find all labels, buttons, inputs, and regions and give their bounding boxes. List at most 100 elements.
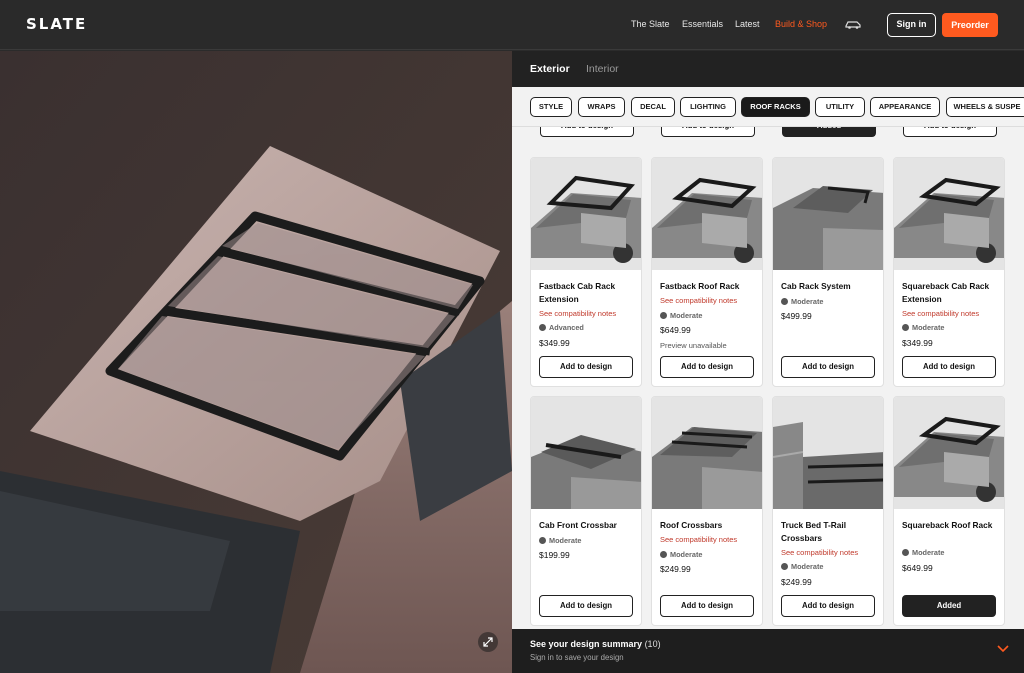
add-to-design-button[interactable]: Add to design xyxy=(660,595,754,617)
difficulty-text: Moderate xyxy=(912,548,945,557)
product-image xyxy=(652,158,762,270)
product-image xyxy=(773,158,883,270)
slate-logo[interactable]: SLATE xyxy=(26,15,87,33)
chip-roof-racks[interactable]: ROOF RACKS xyxy=(741,97,810,117)
add-to-design-button[interactable]: Add to design xyxy=(539,595,633,617)
product-price: $199.99 xyxy=(539,550,570,560)
nav-the-slate[interactable]: The Slate xyxy=(631,19,670,29)
product-price: $649.99 xyxy=(660,325,691,335)
product-title: Truck Bed T-Rail Crossbars xyxy=(781,520,847,543)
chevron-down-icon[interactable] xyxy=(996,644,1010,654)
difficulty-text: Moderate xyxy=(912,323,945,332)
chip-decal[interactable]: DECAL xyxy=(631,97,675,117)
product-price: $349.99 xyxy=(539,338,570,348)
product-card[interactable]: Fastback Roof Rack See compatibility not… xyxy=(651,157,763,387)
product-title: Roof Crossbars xyxy=(660,520,723,530)
expand-icon[interactable] xyxy=(478,632,498,652)
summary-subtitle: Sign in to save your design xyxy=(530,653,624,662)
product-card[interactable]: Truck Bed T-Rail Crossbars See compatibi… xyxy=(772,396,884,626)
difficulty-icon xyxy=(781,563,788,570)
difficulty-icon xyxy=(539,537,546,544)
nav-essentials[interactable]: Essentials xyxy=(682,19,723,29)
product-image xyxy=(652,397,762,509)
chip-utility[interactable]: UTILITY xyxy=(815,97,865,117)
category-filter-bar: STYLE WRAPS DECAL LIGHTING ROOF RACKS UT… xyxy=(512,87,1024,127)
difficulty-icon xyxy=(781,298,788,305)
difficulty-text: Advanced xyxy=(549,323,584,332)
difficulty-text: Moderate xyxy=(549,536,582,545)
product-card[interactable]: Roof Crossbars See compatibility notes M… xyxy=(651,396,763,626)
chip-wheels-suspension[interactable]: WHEELS & SUSPE xyxy=(946,97,1024,117)
compatibility-link[interactable]: See compatibility notes xyxy=(781,548,858,557)
compatibility-link[interactable]: See compatibility notes xyxy=(660,535,737,544)
chip-lighting[interactable]: LIGHTING xyxy=(680,97,736,117)
product-title: Cab Rack System xyxy=(781,281,851,291)
product-image xyxy=(894,397,1004,509)
added-button[interactable]: Added xyxy=(902,595,996,617)
add-to-design-button[interactable]: Add to design xyxy=(902,356,996,378)
vehicle-hero-image xyxy=(0,51,512,673)
difficulty-label: Advanced xyxy=(539,323,584,332)
difficulty-label: Moderate xyxy=(660,550,702,559)
tab-interior[interactable]: Interior xyxy=(586,63,619,75)
difficulty-icon xyxy=(660,551,667,558)
product-image xyxy=(773,397,883,509)
nav-build-shop[interactable]: Build & Shop xyxy=(775,19,827,29)
product-card[interactable]: Squareback Roof Rack Moderate $649.99 Ad… xyxy=(893,396,1005,626)
product-card[interactable]: Cab Rack System Moderate $499.99 Add to … xyxy=(772,157,884,387)
difficulty-icon xyxy=(539,324,546,331)
product-price: $349.99 xyxy=(902,338,933,348)
difficulty-icon xyxy=(660,312,667,319)
summary-title: See your design summary (10) xyxy=(530,639,661,649)
product-price: $249.99 xyxy=(660,564,691,574)
chip-appearance[interactable]: APPEARANCE xyxy=(870,97,940,117)
preview-note: Preview unavailable xyxy=(660,341,727,350)
difficulty-label: Moderate xyxy=(781,297,823,306)
product-price: $649.99 xyxy=(902,563,933,573)
compatibility-link[interactable]: See compatibility notes xyxy=(539,309,616,318)
product-title: Cab Front Crossbar xyxy=(539,520,617,530)
difficulty-text: Moderate xyxy=(791,562,824,571)
difficulty-text: Moderate xyxy=(670,311,703,320)
difficulty-label: Moderate xyxy=(781,562,823,571)
chip-style[interactable]: STYLE xyxy=(530,97,572,117)
product-title: Fastback Cab Rack Extension xyxy=(539,281,616,304)
tab-exterior[interactable]: Exterior xyxy=(530,63,570,75)
compatibility-link[interactable]: See compatibility notes xyxy=(660,296,737,305)
chip-wraps[interactable]: WRAPS xyxy=(578,97,625,117)
product-card[interactable]: Fastback Cab Rack Extension See compatib… xyxy=(530,157,642,387)
product-price: $499.99 xyxy=(781,311,812,321)
summary-count: (10) xyxy=(644,639,661,649)
summary-title-text: See your design summary xyxy=(530,639,643,649)
top-header: SLATE The Slate Essentials Latest Build … xyxy=(0,0,1024,50)
panel-tabs: Exterior Interior xyxy=(512,51,1024,87)
product-card[interactable]: Squareback Cab Rack Extension See compat… xyxy=(893,157,1005,387)
difficulty-label: Moderate xyxy=(539,536,581,545)
add-to-design-button[interactable]: Add to design xyxy=(781,356,875,378)
product-image xyxy=(894,158,1004,270)
compatibility-link[interactable]: See compatibility notes xyxy=(902,309,979,318)
product-image xyxy=(531,397,641,509)
product-title: Squareback Roof Rack xyxy=(902,520,993,530)
nav-latest[interactable]: Latest xyxy=(735,19,760,29)
preorder-button[interactable]: Preorder xyxy=(942,13,998,37)
sign-in-button[interactable]: Sign in xyxy=(887,13,936,37)
car-icon[interactable] xyxy=(845,18,861,30)
product-card[interactable]: Cab Front Crossbar Moderate $199.99 Add … xyxy=(530,396,642,626)
add-to-design-button[interactable]: Add to design xyxy=(781,595,875,617)
difficulty-label: Moderate xyxy=(902,323,944,332)
design-summary-bar[interactable]: See your design summary (10) Sign in to … xyxy=(512,629,1024,673)
difficulty-icon xyxy=(902,549,909,556)
add-to-design-button[interactable]: Add to design xyxy=(539,356,633,378)
configurator-panel: Exterior Interior Add to design Add to d… xyxy=(512,51,1024,629)
difficulty-label: Moderate xyxy=(660,311,702,320)
difficulty-label: Moderate xyxy=(902,548,944,557)
product-title: Squareback Cab Rack Extension xyxy=(902,281,990,304)
product-title: Fastback Roof Rack xyxy=(660,281,740,291)
difficulty-text: Moderate xyxy=(670,550,703,559)
difficulty-text: Moderate xyxy=(791,297,824,306)
difficulty-icon xyxy=(902,324,909,331)
product-price: $249.99 xyxy=(781,577,812,587)
vehicle-render xyxy=(0,51,512,673)
add-to-design-button[interactable]: Add to design xyxy=(660,356,754,378)
